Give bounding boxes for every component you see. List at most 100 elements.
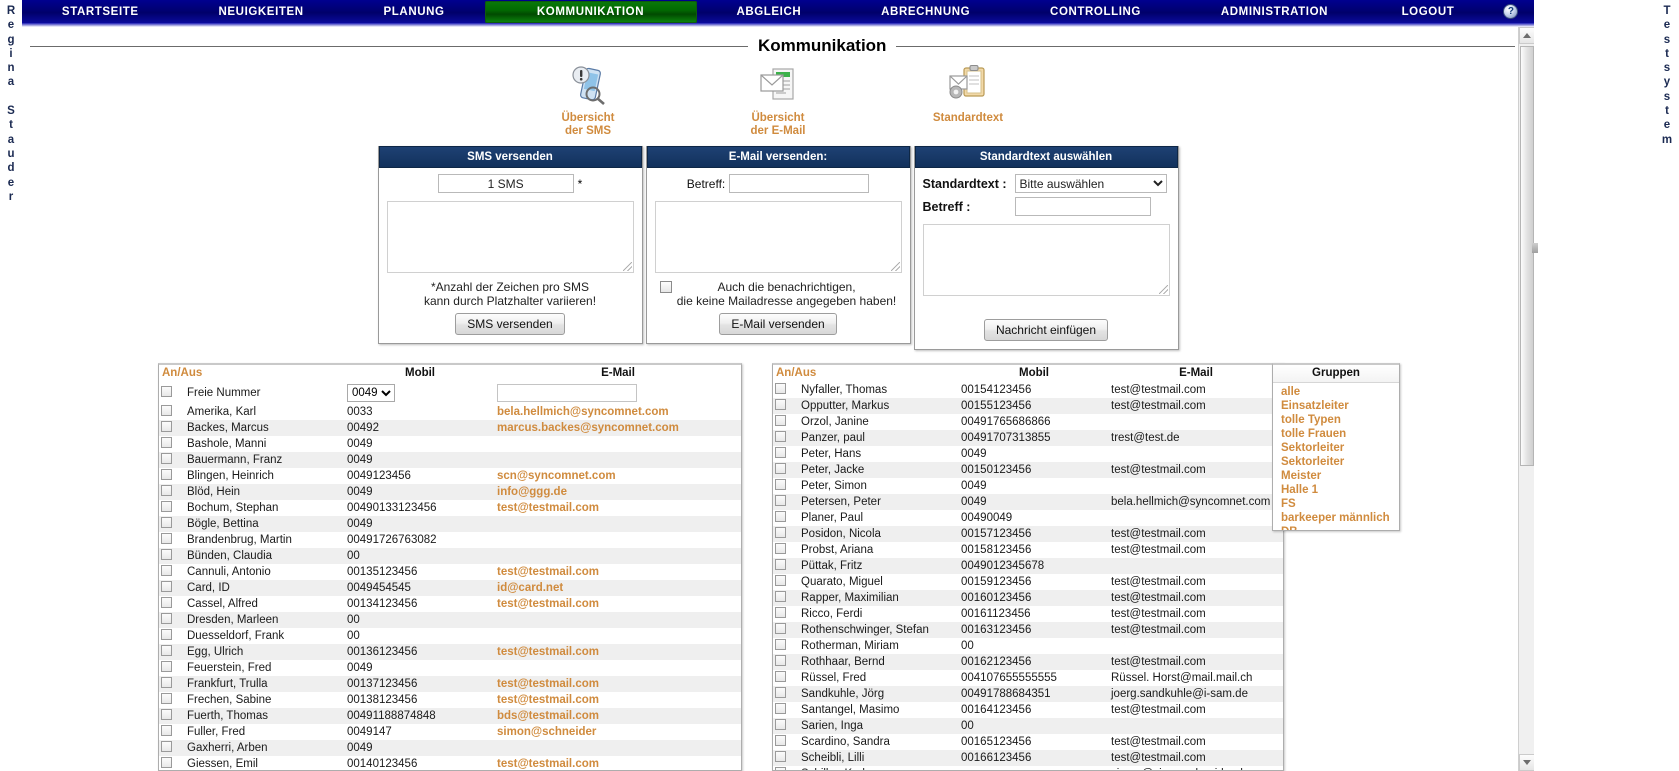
row-checkbox[interactable] [161,757,172,768]
row-checkbox-cell[interactable] [773,574,799,590]
row-checkbox[interactable] [775,463,786,474]
row-checkbox[interactable] [775,447,786,458]
row-checkbox-cell[interactable] [159,452,185,468]
insert-message-button[interactable]: Nachricht einfügen [983,319,1109,341]
free-number-input[interactable] [497,384,637,402]
row-checkbox-cell[interactable] [773,766,799,770]
row-checkbox-cell[interactable] [773,654,799,670]
row-checkbox[interactable] [775,735,786,746]
row-checkbox[interactable] [161,517,172,528]
row-checkbox[interactable] [161,501,172,512]
group-item[interactable]: Halle 1 [1281,483,1399,497]
row-checkbox[interactable] [161,549,172,560]
help-button[interactable]: ? [1488,0,1534,23]
row-checkbox-cell[interactable] [773,702,799,718]
row-checkbox-cell[interactable] [773,622,799,638]
row-checkbox-cell[interactable] [159,468,185,484]
row-checkbox-cell[interactable] [159,612,185,628]
row-checkbox-cell[interactable] [773,590,799,606]
row-checkbox[interactable] [161,613,172,624]
send-sms-button[interactable]: SMS versenden [455,313,565,335]
row-checkbox-cell[interactable] [159,564,185,580]
scroll-thumb[interactable] [1520,46,1534,466]
row-checkbox[interactable] [161,677,172,688]
row-checkbox-cell[interactable] [773,414,799,430]
row-checkbox[interactable] [775,527,786,538]
row-checkbox-cell[interactable] [773,494,799,510]
row-checkbox[interactable] [775,639,786,650]
standardtext-message-textarea[interactable] [922,224,1170,296]
row-checkbox-cell[interactable] [159,596,185,612]
email-overview-button[interactable]: Übersicht der E-Mail [719,63,837,138]
group-item[interactable]: Sektorleiter [1281,441,1399,455]
row-checkbox[interactable] [775,623,786,634]
row-checkbox-cell[interactable] [159,484,185,500]
notify-all-checkbox[interactable] [659,281,672,293]
row-checkbox-cell[interactable] [159,644,185,660]
row-checkbox-cell[interactable] [773,382,799,398]
group-item[interactable]: Einsatzleiter [1281,399,1399,413]
row-checkbox-cell[interactable] [773,446,799,462]
row-checkbox-cell[interactable] [773,638,799,654]
row-checkbox-cell[interactable] [773,606,799,622]
standardtext-subject-input[interactable] [1014,197,1151,216]
window-resize-grip[interactable] [1532,243,1538,253]
row-checkbox[interactable] [775,399,786,410]
row-checkbox[interactable] [775,543,786,554]
row-checkbox[interactable] [161,437,172,448]
group-item[interactable]: barkeeper männlich [1281,511,1399,525]
group-item[interactable]: tolle Typen [1281,413,1399,427]
free-number-prefix-select[interactable]: 0049 [347,384,395,402]
row-checkbox[interactable] [775,479,786,490]
send-email-button[interactable]: E-Mail versenden [719,313,837,335]
group-item[interactable]: tolle Frauen [1281,427,1399,441]
sms-message-textarea[interactable] [386,201,634,273]
scroll-down-icon[interactable] [1519,754,1534,771]
sms-overview-button[interactable]: Übersicht der SMS [529,63,647,138]
row-checkbox[interactable] [161,485,172,496]
row-checkbox-cell[interactable] [159,382,185,404]
row-checkbox[interactable] [161,533,172,544]
row-checkbox[interactable] [775,751,786,762]
nav-controlling[interactable]: CONTROLLING [1010,1,1181,23]
row-checkbox-cell[interactable] [159,740,185,756]
row-checkbox-cell[interactable] [773,718,799,734]
row-checkbox[interactable] [775,687,786,698]
sms-count-input[interactable] [437,174,574,193]
notify-all-row[interactable]: Auch die benachrichtigen, die keine Maila… [655,280,902,308]
row-checkbox-cell[interactable] [773,526,799,542]
row-checkbox-cell[interactable] [159,532,185,548]
row-checkbox[interactable] [775,767,786,770]
standardtext-button[interactable]: Standardtext [909,63,1027,138]
nav-administration[interactable]: ADMINISTRATION [1181,1,1368,23]
row-checkbox-cell[interactable] [159,500,185,516]
row-checkbox-cell[interactable] [159,660,185,676]
row-checkbox[interactable] [775,495,786,506]
row-checkbox[interactable] [161,725,172,736]
row-checkbox-cell[interactable] [773,670,799,686]
row-checkbox-cell[interactable] [159,404,185,420]
row-checkbox[interactable] [161,709,172,720]
nav-abgleich[interactable]: ABGLEICH [697,1,842,23]
row-checkbox[interactable] [161,405,172,416]
row-checkbox-cell[interactable] [773,542,799,558]
row-checkbox[interactable] [775,383,786,394]
row-checkbox-cell[interactable] [159,756,185,770]
row-checkbox[interactable] [775,431,786,442]
row-checkbox[interactable] [775,655,786,666]
nav-neuigkeiten[interactable]: NEUIGKEITEN [179,1,344,23]
row-checkbox-cell[interactable] [159,580,185,596]
group-item[interactable]: Sektorleiter [1281,455,1399,469]
row-checkbox[interactable] [775,559,786,570]
row-checkbox[interactable] [161,741,172,752]
row-checkbox-cell[interactable] [159,708,185,724]
email-subject-input[interactable] [729,174,870,193]
row-checkbox-cell[interactable] [773,430,799,446]
row-checkbox-cell[interactable] [159,724,185,740]
row-checkbox-cell[interactable] [773,510,799,526]
row-checkbox[interactable] [775,671,786,682]
group-item[interactable]: Meister [1281,469,1399,483]
row-checkbox-cell[interactable] [773,734,799,750]
row-checkbox[interactable] [161,693,172,704]
row-checkbox[interactable] [775,591,786,602]
